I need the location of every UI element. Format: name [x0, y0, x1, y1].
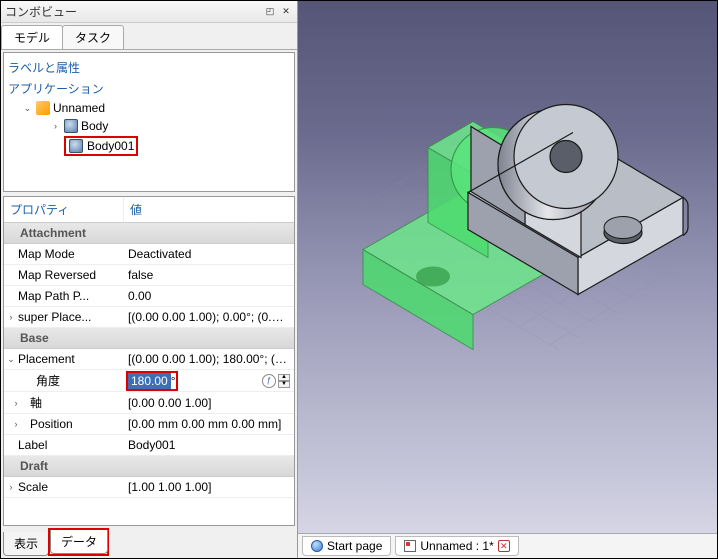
chevron-right-icon[interactable]: › [4, 312, 18, 322]
chevron-right-icon[interactable]: › [4, 398, 18, 408]
property-header: プロパティ 値 [4, 197, 294, 223]
prop-map-path[interactable]: Map Path P...0.00 [4, 286, 294, 307]
property-tabs: 表示 データ [1, 528, 297, 558]
body-icon [63, 118, 79, 134]
angle-input[interactable]: 180.00° [128, 373, 176, 389]
body-icon [68, 138, 84, 154]
chevron-right-icon[interactable]: › [4, 419, 18, 429]
close-tab-icon[interactable]: ✕ [498, 540, 510, 552]
tab-label: Start page [327, 539, 382, 553]
tree-item-body[interactable]: › Body [8, 117, 290, 135]
tab-document[interactable]: Unnamed : 1* ✕ [395, 536, 518, 556]
tab-label: Unnamed : 1* [420, 539, 493, 553]
prop-map-reversed[interactable]: Map Reversedfalse [4, 265, 294, 286]
group-draft: Draft [4, 456, 294, 477]
chevron-right-icon[interactable]: › [50, 121, 61, 132]
tree-header-label: ラベルと属性 [8, 57, 290, 78]
tree-application-label: アプリケーション [8, 78, 290, 99]
group-base: Base [4, 328, 294, 349]
tab-start-page[interactable]: Start page [302, 536, 391, 556]
tree-item-label: Body [81, 119, 108, 133]
right-panel: Start page Unnamed : 1* ✕ [298, 1, 717, 558]
highlight-box: Body001 [64, 136, 138, 156]
close-icon[interactable]: ✕ [279, 5, 293, 19]
prop-scale[interactable]: ›Scale[1.00 1.00 1.00] [4, 477, 294, 498]
document-icon [35, 100, 51, 116]
model-tree[interactable]: ラベルと属性 アプリケーション ⌄ Unnamed › Body Body001 [3, 52, 295, 192]
panel-header: コンボビュー ◰ ✕ [1, 1, 297, 23]
tab-model[interactable]: モデル [1, 25, 63, 49]
prop-angle[interactable]: 角度 180.00° ƒ ▲▼ [4, 370, 294, 392]
panel-title: コンボビュー [5, 3, 77, 20]
tree-item-label: Body001 [87, 139, 134, 153]
highlight-box: データ [48, 528, 109, 556]
group-attachment: Attachment [4, 223, 294, 244]
column-header-property: プロパティ [4, 197, 124, 222]
tree-item-document[interactable]: ⌄ Unnamed [8, 99, 290, 117]
tab-task[interactable]: タスク [62, 25, 124, 49]
expression-icon[interactable]: ƒ [262, 374, 276, 388]
tree-item-label: Unnamed [53, 101, 105, 115]
globe-icon [311, 540, 323, 552]
prop-super-placement[interactable]: ›super Place...[(0.00 0.00 1.00); 0.00°;… [4, 307, 294, 328]
spin-buttons[interactable]: ▲▼ [278, 374, 290, 388]
prop-map-mode[interactable]: Map ModeDeactivated [4, 244, 294, 265]
combo-tabs: モデル タスク [1, 23, 297, 50]
column-header-value: 値 [124, 197, 148, 222]
tree-item-body001[interactable]: Body001 [8, 135, 290, 157]
undock-icon[interactable]: ◰ [263, 5, 277, 19]
prop-angle-label: 角度 [18, 370, 124, 391]
prop-placement[interactable]: ⌄Placement[(0.00 0.00 1.00); 180.00°; (0… [4, 349, 294, 370]
combo-view-panel: コンボビュー ◰ ✕ モデル タスク ラベルと属性 アプリケーション ⌄ Unn… [1, 1, 298, 558]
tab-view[interactable]: 表示 [3, 532, 49, 556]
property-panel: プロパティ 値 Attachment Map ModeDeactivated M… [3, 196, 295, 526]
3d-viewport[interactable] [298, 1, 717, 533]
highlight-box: 180.00° [126, 371, 178, 391]
chevron-right-icon[interactable]: › [4, 482, 18, 492]
tab-data[interactable]: データ [50, 530, 108, 554]
viewport-tabs: Start page Unnamed : 1* ✕ [298, 533, 717, 558]
chevron-down-icon[interactable]: ⌄ [22, 103, 33, 114]
freecad-icon [404, 540, 416, 552]
chevron-down-icon[interactable]: ⌄ [4, 354, 18, 365]
3d-scene [318, 65, 698, 448]
prop-axis[interactable]: ›軸[0.00 0.00 1.00] [4, 392, 294, 414]
prop-position[interactable]: ›Position[0.00 mm 0.00 mm 0.00 mm] [4, 414, 294, 435]
prop-label[interactable]: LabelBody001 [4, 435, 294, 456]
